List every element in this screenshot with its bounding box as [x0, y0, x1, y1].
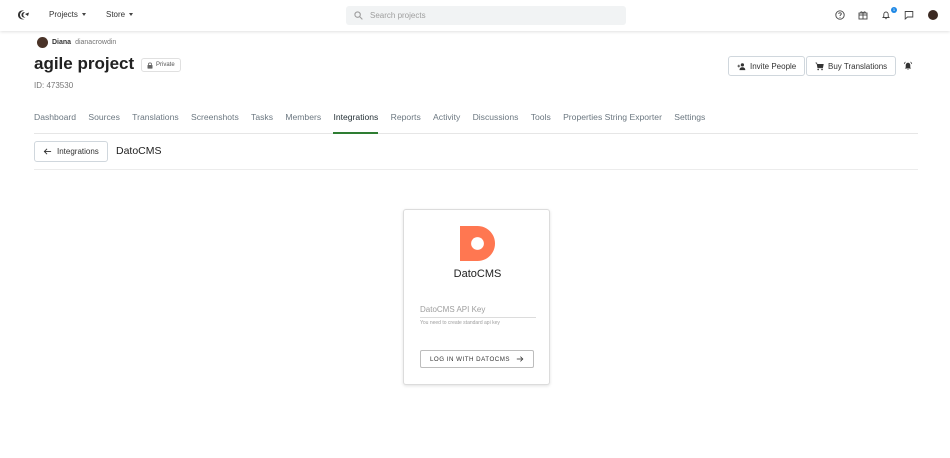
project-id: ID: 473530 [34, 81, 74, 90]
card-title: DatoCMS [453, 268, 502, 280]
search-bar [346, 6, 626, 25]
visibility-label: Private [156, 62, 175, 68]
caret-down-icon [81, 13, 86, 16]
lock-icon [147, 62, 153, 69]
tab-tools[interactable]: Tools [531, 106, 551, 133]
tab-members[interactable]: Members [285, 106, 321, 133]
user-avatar[interactable] [928, 10, 938, 20]
login-button-label: LOG IN WITH DATOCMS [429, 355, 511, 363]
arrow-right-icon [516, 356, 524, 362]
login-with-datocms-button[interactable]: LOG IN WITH DATOCMS [420, 350, 534, 368]
tab-settings[interactable]: Settings [674, 106, 705, 133]
invite-people-label: Invite People [750, 61, 797, 71]
invite-people-button[interactable]: Invite People [728, 56, 806, 76]
tab-translations[interactable]: Translations [132, 106, 179, 133]
help-icon[interactable] [835, 10, 845, 20]
back-button-label: Integrations [57, 147, 99, 156]
datocms-logo-icon [460, 226, 495, 261]
crowdin-logo-icon[interactable] [16, 8, 30, 22]
messages-icon[interactable] [904, 10, 914, 20]
caret-down-icon [129, 13, 134, 16]
search-icon [354, 11, 363, 20]
gift-icon[interactable] [858, 10, 868, 20]
tab-properties-string-exporter[interactable]: Properties String Exporter [563, 106, 662, 133]
buy-translations-label: Buy Translations [828, 61, 888, 71]
arrow-left-icon [43, 148, 52, 155]
projects-menu[interactable]: Projects [49, 10, 86, 19]
store-menu-label: Store [106, 10, 126, 19]
project-notifications-icon[interactable] [903, 61, 913, 71]
api-key-hint: You need to create standard api key [420, 320, 500, 326]
page-title: agile project [34, 54, 135, 73]
tab-activity[interactable]: Activity [433, 106, 460, 133]
projects-menu-label: Projects [49, 10, 78, 19]
owner-handle: dianacrowdin [75, 39, 117, 46]
back-to-integrations-button[interactable]: Integrations [34, 141, 108, 162]
project-owner: Diana dianacrowdin [37, 37, 116, 48]
tab-screenshots[interactable]: Screenshots [191, 106, 239, 133]
notification-badge: 1 [891, 7, 897, 13]
buy-translations-button[interactable]: Buy Translations [806, 56, 897, 76]
owner-avatar[interactable] [37, 37, 48, 48]
tab-sources[interactable]: Sources [88, 106, 120, 133]
api-key-input[interactable] [420, 302, 536, 318]
project-tabs: Dashboard Sources Translations Screensho… [34, 106, 918, 134]
tab-reports[interactable]: Reports [391, 106, 421, 133]
tab-tasks[interactable]: Tasks [251, 106, 273, 133]
bell-icon[interactable] [881, 10, 891, 20]
owner-name[interactable]: Diana [52, 39, 71, 46]
tab-dashboard[interactable]: Dashboard [34, 106, 76, 133]
datocms-login-card: DatoCMS You need to create standard api … [403, 209, 550, 385]
divider [34, 169, 918, 170]
integration-title: DatoCMS [116, 145, 162, 157]
top-bar: Projects Store 1 [0, 0, 950, 31]
tab-discussions[interactable]: Discussions [473, 106, 519, 133]
add-person-icon [737, 62, 746, 70]
search-input[interactable] [370, 11, 610, 20]
tab-integrations[interactable]: Integrations [333, 106, 379, 134]
store-menu[interactable]: Store [106, 10, 134, 19]
cart-icon [815, 62, 824, 70]
visibility-badge: Private [141, 58, 181, 72]
